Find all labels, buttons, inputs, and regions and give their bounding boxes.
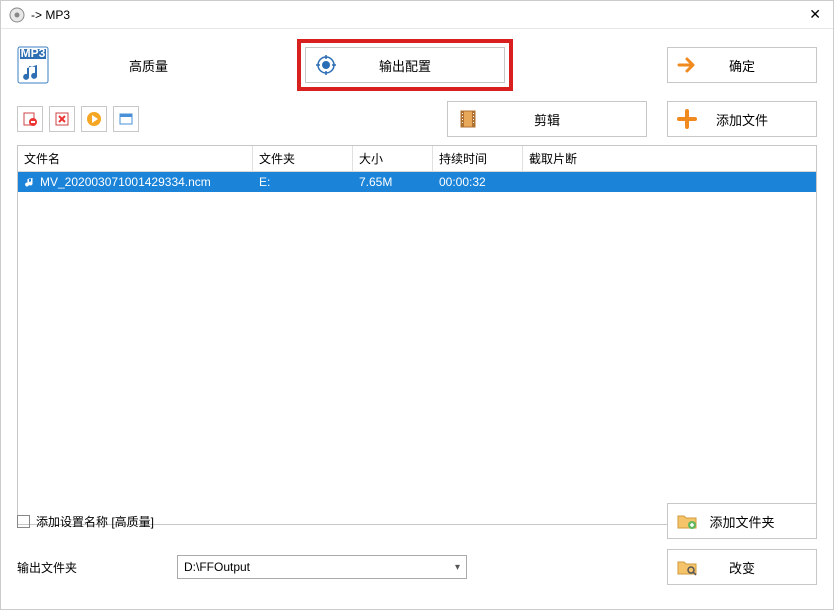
top-row-1: MP3 高质量 输出配置 确定 [1,29,833,97]
folder-search-icon [676,556,698,578]
plus-icon [676,108,698,130]
clear-button[interactable] [49,106,75,132]
cell-duration: 00:00:32 [433,173,523,191]
output-config-button[interactable]: 输出配置 [305,47,505,83]
ok-label: 确定 [729,56,755,75]
quality-label: 高质量 [129,56,168,75]
add-preset-checkbox[interactable] [17,515,30,528]
change-button[interactable]: 改变 [667,549,817,585]
output-folder-value: D:\FFOutput [184,560,250,574]
svg-text:MP3: MP3 [21,46,46,60]
th-filename[interactable]: 文件名 [18,146,253,171]
filename-text: MV_202003071001429334.ncm [40,175,211,189]
arrow-right-icon [676,54,698,76]
gear-icon [316,55,336,75]
th-folder[interactable]: 文件夹 [253,146,353,171]
small-toolbar [17,106,139,132]
table-row[interactable]: MV_202003071001429334.ncm E: 7.65M 00:00… [18,172,816,192]
folder-plus-icon [676,510,698,532]
table-header: 文件名 文件夹 大小 持续时间 截取片断 [18,146,816,172]
titlebar: -> MP3 ✕ [1,1,833,29]
add-preset-label: 添加设置名称 [高质量] [36,513,154,530]
preset-row: 添加设置名称 [高质量] 添加文件夹 [17,503,817,539]
highlight-box: 输出配置 [297,39,513,91]
top-row-2: 剪辑 添加文件 [1,97,833,145]
bottom-area: 添加设置名称 [高质量] 添加文件夹 输出文件夹 D:\FFOutput ▾ 改… [1,493,833,609]
remove-button[interactable] [17,106,43,132]
cell-size: 7.65M [353,173,433,191]
app-icon [9,7,25,23]
format-block: MP3 高质量 [17,46,267,84]
output-folder-row: 输出文件夹 D:\FFOutput ▾ 改变 [17,549,817,585]
add-file-button[interactable]: 添加文件 [667,101,817,137]
file-table: 文件名 文件夹 大小 持续时间 截取片断 MV_2020030710014293… [17,145,817,525]
film-icon [458,109,478,129]
th-duration[interactable]: 持续时间 [433,146,523,171]
music-note-icon [24,176,36,188]
chevron-down-icon: ▾ [455,562,460,573]
cell-folder: E: [253,173,353,191]
ok-button[interactable]: 确定 [667,47,817,83]
th-size[interactable]: 大小 [353,146,433,171]
edit-label: 剪辑 [534,110,560,129]
mp3-format-icon: MP3 [17,46,49,84]
window-title: -> MP3 [31,8,805,22]
th-clip[interactable]: 截取片断 [523,146,816,171]
output-folder-select[interactable]: D:\FFOutput ▾ [177,555,467,579]
output-config-label: 输出配置 [379,56,431,75]
cell-clip [523,180,816,184]
close-icon[interactable]: ✕ [805,6,825,23]
output-folder-label: 输出文件夹 [17,559,177,576]
add-folder-label: 添加文件夹 [709,512,774,531]
edit-button[interactable]: 剪辑 [447,101,647,137]
info-button[interactable] [113,106,139,132]
play-button[interactable] [81,106,107,132]
cell-filename: MV_202003071001429334.ncm [18,173,253,191]
add-folder-button[interactable]: 添加文件夹 [667,503,817,539]
add-file-label: 添加文件 [716,110,768,129]
change-label: 改变 [729,558,755,577]
